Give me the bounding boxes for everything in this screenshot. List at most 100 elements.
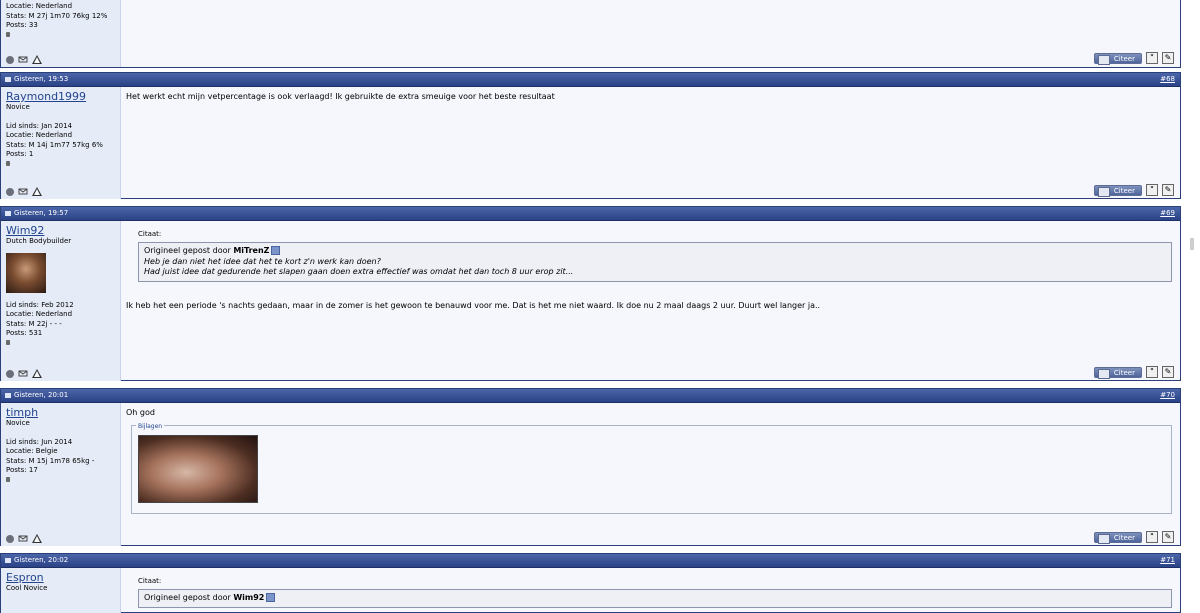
view-post-icon[interactable] (271, 246, 281, 255)
quote-button[interactable]: Citeer (1094, 184, 1142, 197)
avatar[interactable] (6, 252, 46, 293)
user-stat: Lid sinds: Feb 2012 (6, 300, 74, 309)
post-number-link[interactable]: #69 (1160, 207, 1175, 220)
post-date: Gisteren, 19:57 (5, 207, 68, 220)
user-title: Dutch Bodybuilder (6, 237, 72, 245)
post-body: Raymond1999 Novice Lid sinds: Jan 2014 L… (1, 87, 1180, 199)
quote-button[interactable]: Citeer (1094, 366, 1142, 379)
quote-text: Had juist idee dat gedurende het slapen … (144, 267, 574, 276)
post-content: Oh god Bijlagen (126, 407, 1172, 514)
post-body: Espron Cool Novice Citaat: Origineel gep… (1, 568, 1180, 613)
user-stat: Posts: 1 (6, 150, 34, 158)
quote-box: Origineel gepost door Wim92 (138, 589, 1172, 608)
quote-author: MiTrenZ (233, 246, 270, 255)
user-info: Raymond1999 Novice Lid sinds: Jan 2014 L… (1, 87, 121, 199)
quote-button[interactable]: Citeer (1094, 531, 1142, 544)
username-link[interactable]: timph (6, 406, 115, 419)
user-icons (6, 369, 42, 378)
post-header: Gisteren, 19:53 #68 (1, 73, 1180, 87)
circle-icon[interactable] (6, 55, 14, 64)
warning-icon[interactable] (32, 534, 42, 543)
post-number-link[interactable]: #71 (1160, 554, 1175, 567)
status-indicator (6, 160, 10, 166)
quote-block: Citaat: Origineel gepost door Wim92 (126, 576, 1172, 608)
post-icon (5, 76, 11, 82)
post-date-text: Gisteren, 19:57 (14, 209, 69, 217)
post-icon (5, 557, 11, 563)
user-stat: Stats: M 22j - - - (6, 319, 62, 328)
edit-icon[interactable]: ✎ (1162, 52, 1174, 64)
user-icons (6, 534, 42, 543)
user-info: Wim92 Dutch Bodybuilder Lid sinds: Feb 2… (1, 221, 121, 381)
user-info: Locatie: Nederland Stats: M 27j 1m70 76k… (1, 0, 121, 67)
circle-icon[interactable] (6, 369, 14, 378)
multiquote-icon[interactable]: " (1146, 52, 1158, 64)
post: Gisteren, 20:01 #70 timph Novice Lid sin… (0, 388, 1181, 546)
post-content: Citaat: Origineel gepost door MiTrenZ He… (126, 225, 1172, 311)
post-icon (5, 392, 11, 398)
attachments-box: Bijlagen (131, 421, 1172, 514)
post-date: Gisteren, 20:01 (5, 389, 68, 402)
username-link[interactable]: Wim92 (6, 224, 115, 237)
post-actions: Citeer " ✎ (1094, 52, 1174, 65)
user-icons (6, 187, 42, 196)
warning-icon[interactable] (32, 187, 42, 196)
post-number-link[interactable]: #68 (1160, 73, 1175, 86)
post-date-text: Gisteren, 20:02 (14, 556, 69, 564)
multiquote-icon[interactable]: " (1146, 531, 1158, 543)
post-message: Het werkt echt mijn vetpercentage is ook… (126, 92, 555, 101)
post-actions: Citeer " ✎ (1094, 531, 1174, 544)
scrollbar[interactable] (1181, 0, 1200, 602)
circle-icon[interactable] (6, 187, 14, 196)
scrollbar-thumb[interactable] (1190, 238, 1194, 250)
quote-header: Origineel gepost door MiTrenZ (144, 246, 1166, 257)
user-title: Novice (6, 103, 30, 111)
quote-prefix: Origineel gepost door (144, 593, 234, 602)
post-message: Ik heb het een periode 's nachts gedaan,… (126, 300, 821, 310)
post: Gisteren, 19:53 #68 Raymond1999 Novice L… (0, 72, 1181, 199)
multiquote-icon[interactable]: " (1146, 184, 1158, 196)
post-date-text: Gisteren, 20:01 (14, 391, 69, 399)
post-header: Gisteren, 19:57 #69 (1, 207, 1180, 221)
post-icon (5, 210, 11, 216)
post-actions: Citeer " ✎ (1094, 366, 1174, 379)
post-date: Gisteren, 20:02 (5, 554, 68, 567)
message-icon[interactable] (18, 535, 28, 543)
post-date: Gisteren, 19:53 (5, 73, 68, 86)
quote-button[interactable]: Citeer (1094, 52, 1142, 65)
quote-text: Heb je dan niet het idee dat het te kort… (144, 256, 381, 266)
post-date-text: Gisteren, 19:53 (14, 75, 69, 83)
attachment-thumbnail[interactable] (138, 435, 258, 503)
attachments-legend: Bijlagen (136, 421, 165, 432)
edit-icon[interactable]: ✎ (1162, 184, 1174, 196)
user-stat: Posts: 531 (6, 329, 43, 337)
message-icon[interactable] (18, 56, 28, 64)
status-indicator (6, 476, 10, 482)
quote-label: Citaat: (138, 577, 162, 585)
post-body: Locatie: Nederland Stats: M 27j 1m70 76k… (1, 0, 1180, 67)
circle-icon[interactable] (6, 534, 14, 543)
post-message: Oh god (126, 408, 155, 417)
quote-prefix: Origineel gepost door (144, 246, 234, 255)
view-post-icon[interactable] (266, 593, 276, 602)
post-body: timph Novice Lid sinds: Jun 2014 Locatie… (1, 403, 1180, 546)
quote-label: Citaat: (138, 230, 162, 238)
edit-icon[interactable]: ✎ (1162, 366, 1174, 378)
message-icon[interactable] (18, 370, 28, 378)
warning-icon[interactable] (32, 369, 42, 378)
message-icon[interactable] (18, 188, 28, 196)
user-info: Espron Cool Novice (1, 568, 121, 613)
multiquote-icon[interactable]: " (1146, 366, 1158, 378)
warning-icon[interactable] (32, 55, 42, 64)
user-stat: Locatie: Belgie (6, 447, 58, 455)
user-title: Novice (6, 419, 30, 427)
edit-icon[interactable]: ✎ (1162, 531, 1174, 543)
quote-author: Wim92 (233, 593, 265, 602)
username-link[interactable]: Espron (6, 571, 115, 584)
username-link[interactable]: Raymond1999 (6, 90, 115, 103)
user-stat: Stats: M 14j 1m77 57kg 6% (6, 140, 103, 149)
quote-line: Heb je dan niet het idee dat het te kort… (144, 257, 1166, 268)
user-stat: Lid sinds: Jan 2014 (6, 121, 73, 130)
post-number-link[interactable]: #70 (1160, 389, 1175, 402)
user-info: timph Novice Lid sinds: Jun 2014 Locatie… (1, 403, 121, 546)
